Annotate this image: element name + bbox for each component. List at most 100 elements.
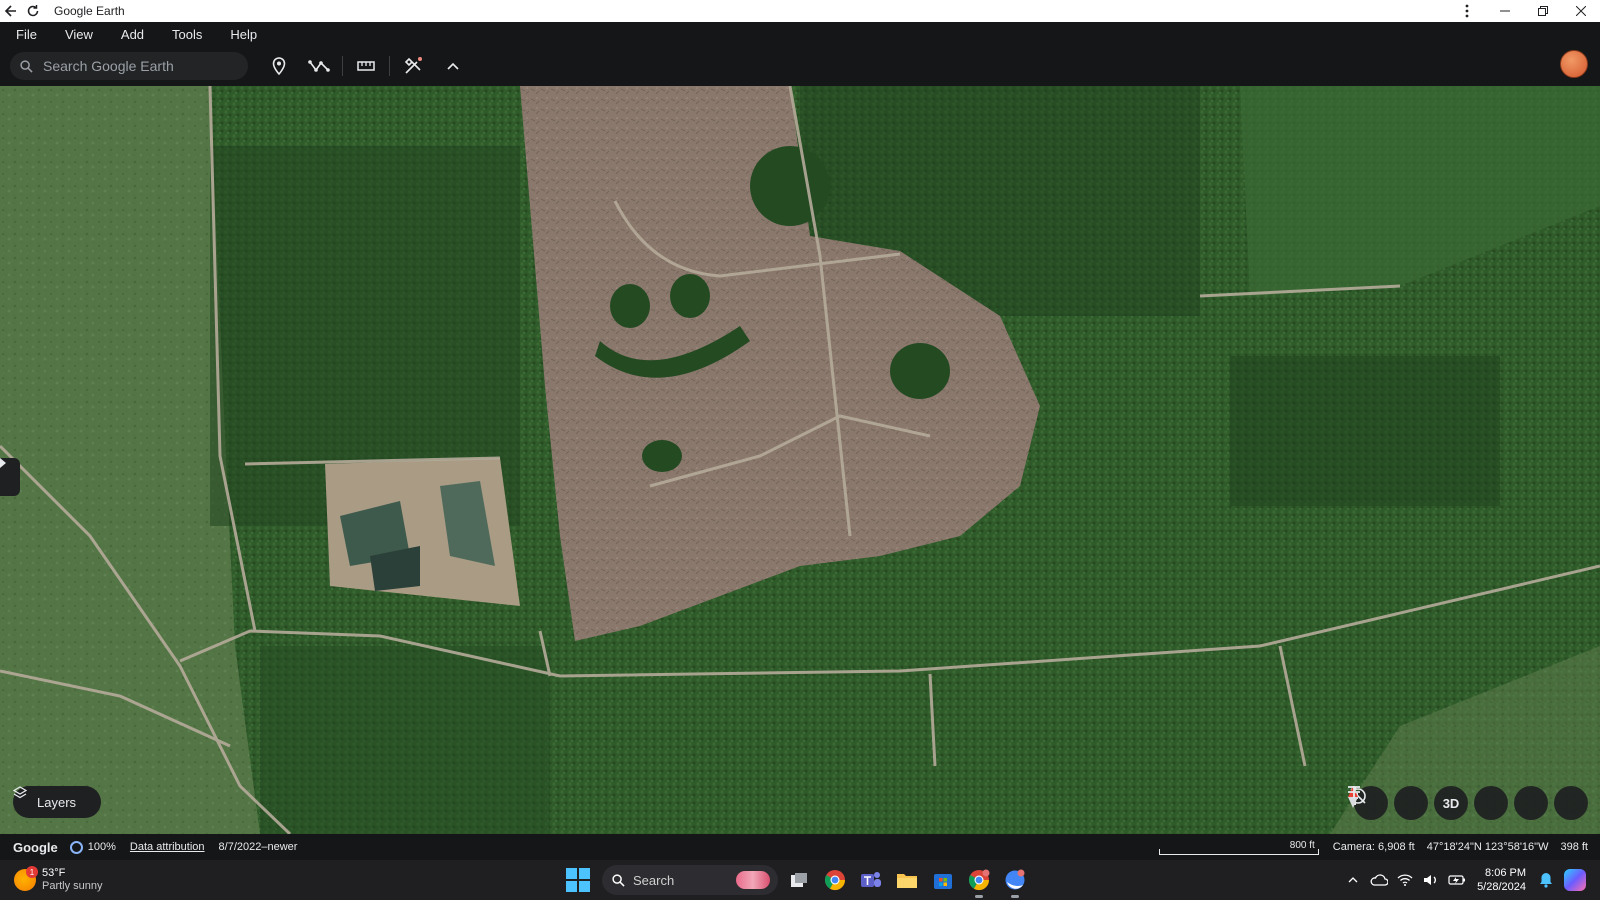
chrome-icon [824, 870, 846, 891]
layers-label: Layers [37, 794, 77, 810]
scale-bar: 800 ft [1158, 840, 1319, 855]
bell-icon [1540, 873, 1552, 888]
reset-tilt-button[interactable] [1350, 786, 1428, 820]
layers-icon [13, 786, 27, 799]
collapse-toolbar-button[interactable] [436, 51, 470, 81]
teams-icon [861, 872, 881, 887]
search-icon [20, 59, 33, 73]
chevron-up-icon [1348, 877, 1358, 883]
camera-altitude: Camera: 6,908 ft [1332, 841, 1415, 853]
close-icon [1576, 6, 1586, 16]
windows-logo-icon [579, 868, 590, 879]
reload-button[interactable] [22, 0, 44, 22]
copilot-icon[interactable] [1564, 869, 1586, 891]
close-button[interactable] [1562, 0, 1600, 22]
menu-tools[interactable]: Tools [160, 27, 214, 42]
draw-path-button[interactable] [302, 51, 336, 81]
notifications-button[interactable] [1536, 870, 1556, 890]
back-button[interactable] [0, 0, 22, 22]
map-controls: 3D [1348, 786, 1588, 820]
weather-condition: Partly sunny [42, 880, 103, 892]
chrome-app[interactable] [820, 865, 850, 895]
elevation: 398 ft [1560, 841, 1588, 853]
taskbar-search[interactable]: Search [602, 865, 778, 895]
file-explorer-app[interactable] [892, 865, 922, 895]
coordinates: 47°18'24"N 123°58'16"W [1426, 841, 1549, 853]
zoom-out-button[interactable] [1348, 786, 1548, 820]
menu-bar: File View Add Tools Help [0, 22, 1600, 46]
data-attribution-link[interactable]: Data attribution [130, 841, 205, 853]
toolbar [0, 46, 1600, 86]
map-view[interactable]: Layers 3D [0, 86, 1600, 834]
menu-add[interactable]: Add [109, 27, 156, 42]
system-tray: 8:06 PM 5/28/2024 [1337, 866, 1600, 894]
google-logo: Google [13, 839, 58, 855]
search-box[interactable] [10, 52, 248, 80]
minimize-button[interactable] [1486, 0, 1524, 22]
menu-view[interactable]: View [53, 27, 105, 42]
window-titlebar: Google Earth [0, 0, 1600, 22]
battery-button[interactable] [1447, 870, 1467, 890]
layers-button[interactable]: Layers [13, 786, 101, 818]
weather-badge: 1 [26, 866, 38, 878]
clock-time: 8:06 PM [1485, 867, 1526, 879]
clock[interactable]: 8:06 PM 5/28/2024 [1477, 866, 1526, 894]
weather-sun-icon: 1 [14, 866, 38, 891]
account-avatar[interactable] [1560, 50, 1588, 78]
back-arrow-icon [4, 5, 16, 17]
cloud-icon [1370, 874, 1389, 886]
search-icon [612, 873, 625, 887]
task-view-button[interactable] [784, 865, 814, 895]
compass-button[interactable] [1348, 786, 1508, 820]
weather-temperature: 53°F [42, 867, 66, 879]
menu-file[interactable]: File [4, 27, 49, 42]
load-percent: 100% [87, 841, 116, 853]
restore-icon [1538, 6, 1548, 16]
tools-icon [404, 57, 422, 74]
chrome-profile-app[interactable] [964, 865, 994, 898]
ruler-icon [357, 61, 375, 71]
more-vertical-icon [1465, 4, 1469, 18]
weather-widget[interactable]: 1 53°F Partly sunny [14, 866, 103, 893]
sidebar-toggle[interactable] [0, 458, 20, 496]
projects-button[interactable] [396, 51, 430, 81]
toggle-3d-button[interactable]: 3D [1434, 786, 1468, 820]
chevron-up-icon [447, 62, 459, 70]
placemark-icon [272, 57, 286, 75]
store-icon [934, 874, 952, 889]
clock-date: 5/28/2024 [1477, 881, 1526, 893]
add-placemark-button[interactable] [262, 51, 296, 81]
imagery-date: 8/7/2022–newer [218, 841, 298, 853]
teams-app[interactable] [856, 865, 886, 895]
restore-button[interactable] [1524, 0, 1562, 22]
folder-icon [897, 874, 917, 888]
start-button[interactable] [566, 868, 590, 892]
reload-icon [27, 5, 39, 17]
task-view-icon [791, 873, 807, 887]
network-button[interactable] [1395, 870, 1415, 890]
measure-button[interactable] [349, 51, 383, 81]
taskbar-search-label: Search [633, 872, 675, 888]
toolbar-divider [342, 56, 343, 76]
windows-logo-icon [579, 881, 590, 892]
os-taskbar: 1 53°F Partly sunny Search 8:06 PM 5/28/… [0, 860, 1600, 900]
chrome-icon [968, 869, 990, 891]
search-input[interactable] [43, 58, 223, 74]
more-options-button[interactable] [1448, 0, 1486, 22]
volume-button[interactable] [1421, 870, 1441, 890]
toolbar-divider [389, 56, 390, 76]
status-bar: Google 100% Data attribution 8/7/2022–ne… [0, 834, 1600, 860]
plus-icon [1348, 786, 1360, 798]
wifi-icon [1397, 874, 1413, 886]
window-title: Google Earth [54, 4, 125, 18]
speaker-icon [1424, 875, 1437, 885]
path-icon [308, 60, 330, 72]
menu-help[interactable]: Help [218, 27, 269, 42]
zoom-in-button[interactable] [1348, 786, 1588, 820]
show-hidden-icons-button[interactable] [1343, 870, 1363, 890]
store-app[interactable] [928, 865, 958, 895]
onedrive-button[interactable] [1369, 870, 1389, 890]
chevron-right-icon [0, 458, 6, 468]
loading-indicator-icon [69, 840, 83, 854]
google-earth-app[interactable] [1000, 865, 1030, 898]
